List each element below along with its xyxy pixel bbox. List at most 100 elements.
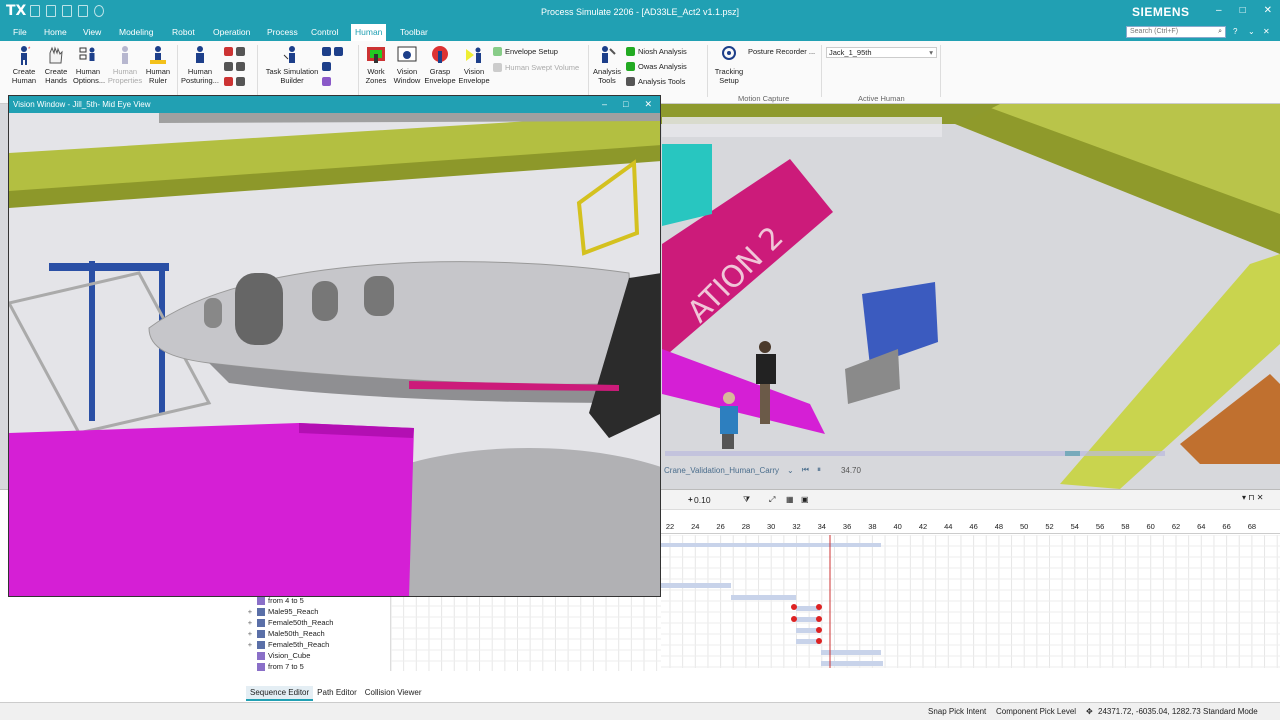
gantt-event-marker[interactable] <box>791 616 797 622</box>
create-hands-button[interactable]: Create Hands <box>43 45 69 85</box>
vision-close-button[interactable]: ✕ <box>644 99 652 110</box>
vision-window-button[interactable]: Vision Window <box>392 45 422 85</box>
mode-indicator[interactable]: Standard Mode <box>1203 707 1258 716</box>
zoom-in-icon[interactable]: + <box>688 495 693 504</box>
expand-icon[interactable]: + <box>246 640 254 649</box>
search-input[interactable]: Search (Ctrl+F) ⌕ <box>1126 26 1226 38</box>
posture-icon-4[interactable] <box>236 62 245 71</box>
posture-recorder-button[interactable]: Posture Recorder ... <box>748 47 815 56</box>
expand-icon[interactable]: + <box>246 629 254 638</box>
create-human-button[interactable]: * Create Human <box>9 45 39 85</box>
tree-row[interactable]: + Male95_Reach <box>246 606 319 617</box>
chevron-down-icon[interactable]: ⌄ <box>787 466 794 475</box>
posture-icon-6[interactable] <box>236 77 245 86</box>
envelope-setup-label: Envelope Setup <box>505 47 558 56</box>
grasp-envelope-button[interactable]: Grasp Envelope <box>424 45 456 85</box>
gantt-event-marker[interactable] <box>791 604 797 610</box>
tab-robot[interactable]: Robot <box>172 27 195 37</box>
filter-icon[interactable]: ⧩ <box>743 495 750 505</box>
niosh-analysis-button[interactable]: Niosh Analysis <box>626 47 687 56</box>
snap-pick-intent[interactable]: Snap Pick Intent <box>928 707 986 716</box>
vision-window-title: Vision Window - Jill_5th- Mid Eye View <box>9 96 660 113</box>
bottom-tabs: Sequence Editor Path Editor Collision Vi… <box>246 686 426 701</box>
task-small-icons-2 <box>322 62 331 71</box>
vision-window[interactable]: Vision Window - Jill_5th- Mid Eye View –… <box>8 95 661 597</box>
owas-analysis-button[interactable]: Owas Analysis <box>626 62 687 71</box>
niosh-label: Niosh Analysis <box>638 47 687 56</box>
task-icon-2[interactable] <box>334 47 343 56</box>
pin-icon[interactable]: ⌄ <box>1248 27 1255 36</box>
operation-icon <box>257 618 265 627</box>
gantt-grid[interactable] <box>661 534 1280 668</box>
tab-sequence-editor[interactable]: Sequence Editor <box>246 686 314 701</box>
gantt-event-marker[interactable] <box>816 638 822 644</box>
owas-icon <box>626 62 635 71</box>
tab-home[interactable]: Home <box>44 27 67 37</box>
tab-human[interactable]: Human <box>351 24 387 41</box>
tab-collision-viewer[interactable]: Collision Viewer <box>361 686 426 701</box>
tab-file[interactable]: File <box>13 27 27 37</box>
coordinates-readout: 24371.72, -6035.04, 1282.73 <box>1098 707 1201 716</box>
tree-row[interactable]: + Female50th_Reach <box>246 617 334 628</box>
tab-toolbar[interactable]: Toolbar <box>400 27 428 37</box>
jump-start-icon[interactable]: ⏮ <box>802 465 809 475</box>
human-options-button[interactable]: Human Options... <box>73 45 105 85</box>
title-bar: TX Process Simulate 2206 - [AD33LE_Act2 … <box>0 0 1280 24</box>
analysis-tools-small-button[interactable]: Analysis Tools <box>626 77 685 86</box>
expand-icon[interactable]: + <box>246 607 254 616</box>
export-icon[interactable]: ▣ <box>801 495 809 504</box>
task-icon-4[interactable] <box>322 77 331 86</box>
component-pick-level[interactable]: Component Pick Level <box>996 707 1076 716</box>
envelope-setup-button[interactable]: Envelope Setup <box>493 47 558 56</box>
gantt-bar[interactable] <box>661 543 881 547</box>
analysis-tools-button[interactable]: Analysis Tools <box>592 45 622 85</box>
posture-icon-1[interactable] <box>224 47 233 56</box>
tree-row[interactable]: + Male50th_Reach <box>246 628 325 639</box>
task-simulation-builder-button[interactable]: Task Simulation Builder <box>262 45 322 85</box>
help-icon[interactable]: ? <box>1233 27 1237 36</box>
operation-select[interactable]: Crane_Validation_Human_Carry <box>664 466 779 475</box>
gantt-event-marker[interactable] <box>816 604 822 610</box>
tree-row[interactable]: Vision_Cube <box>246 650 310 661</box>
vision-maximize-button[interactable]: □ <box>623 99 628 110</box>
link-icon[interactable]: ⤢ <box>769 495 775 505</box>
gantt-bar[interactable] <box>731 595 796 600</box>
ruler-tick: 66 <box>1222 522 1231 531</box>
tab-path-editor[interactable]: Path Editor <box>313 686 361 701</box>
grid-icon[interactable]: ▦ <box>786 495 794 504</box>
human-swept-volume-button[interactable]: Human Swept Volume <box>493 63 579 72</box>
human-properties-button[interactable]: Human Properties <box>107 45 143 85</box>
minimize-button[interactable]: – <box>1216 5 1222 16</box>
ruler-icon <box>150 46 166 64</box>
tree-row[interactable]: from 7 to 5 <box>246 661 304 672</box>
ribbon-close-icon[interactable]: ✕ <box>1263 27 1270 36</box>
maximize-button[interactable]: □ <box>1240 5 1246 16</box>
posture-icon-5[interactable] <box>224 77 233 86</box>
hands-icon <box>49 46 63 64</box>
human-posturing-button[interactable]: Human Posturing... <box>181 45 219 85</box>
tree-row[interactable]: + Female5th_Reach <box>246 639 330 650</box>
tracking-setup-button[interactable]: Tracking Setup <box>712 45 746 85</box>
gantt-event-marker[interactable] <box>816 616 822 622</box>
tab-control[interactable]: Control <box>311 27 338 37</box>
task-icon-3[interactable] <box>322 62 331 71</box>
gantt-event-marker[interactable] <box>816 627 822 633</box>
posture-icon-3[interactable] <box>224 62 233 71</box>
tab-modeling[interactable]: Modeling <box>119 27 154 37</box>
pause-icon[interactable]: ⏸ <box>817 465 821 475</box>
vision-minimize-button[interactable]: – <box>602 99 607 110</box>
expand-icon[interactable]: + <box>246 618 254 627</box>
zoom-value[interactable]: 0.10 <box>694 495 711 505</box>
work-zones-button[interactable]: Work Zones <box>362 45 390 85</box>
tab-process[interactable]: Process <box>267 27 298 37</box>
tab-view[interactable]: View <box>83 27 101 37</box>
close-button[interactable]: ✕ <box>1264 5 1272 16</box>
human-ruler-button[interactable]: Human Ruler <box>145 45 171 85</box>
vision-envelope-button[interactable]: Vision Envelope <box>458 45 490 85</box>
panel-menu-icon[interactable]: ▾ ⊓ ✕ <box>1242 493 1263 502</box>
posture-icon-2[interactable] <box>236 47 245 56</box>
gantt-bar[interactable] <box>661 583 731 588</box>
tab-operation[interactable]: Operation <box>213 27 250 37</box>
active-human-select[interactable]: Jack_1_95th ▾ <box>826 47 937 58</box>
task-icon-1[interactable] <box>322 47 331 56</box>
